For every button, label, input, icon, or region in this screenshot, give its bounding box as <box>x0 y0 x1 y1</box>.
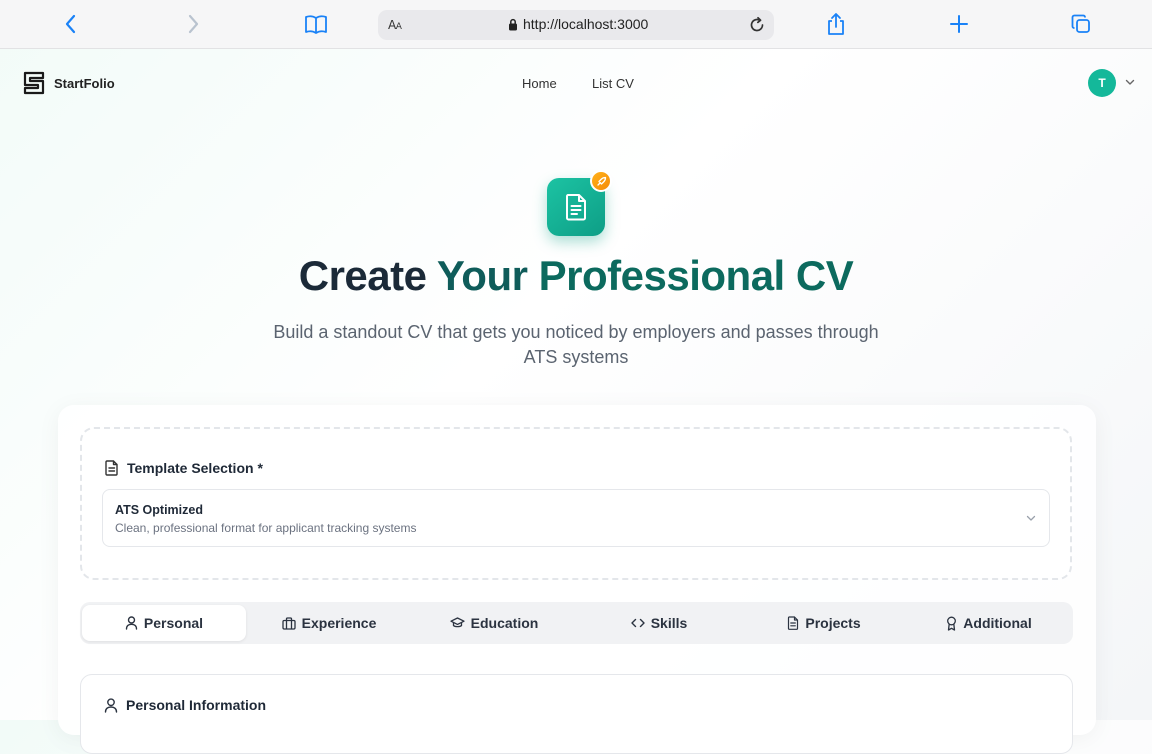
browser-toolbar: AA http://localhost:3000 <box>0 0 1152 49</box>
lock-icon <box>509 18 517 30</box>
address-bar[interactable]: AA http://localhost:3000 <box>378 10 774 40</box>
tab-personal[interactable]: Personal <box>82 605 246 641</box>
personal-information-title: Personal Information <box>126 697 267 713</box>
sparkle-badge <box>590 170 612 192</box>
logo-text: StartFolio <box>54 75 115 91</box>
plus-icon <box>950 15 968 33</box>
reload-icon <box>750 16 764 32</box>
page-subtitle: Build a standout CV that gets you notice… <box>273 322 879 367</box>
share-icon <box>828 13 844 35</box>
chevron-right-icon <box>188 14 199 34</box>
nav-home[interactable]: Home <box>522 76 557 91</box>
forward-button[interactable] <box>178 10 208 38</box>
user-icon <box>125 616 138 630</box>
document-icon <box>566 194 586 221</box>
bookmarks-button[interactable] <box>301 10 331 38</box>
tabs-overview-button[interactable] <box>1066 10 1096 38</box>
template-selection-label: Template Selection * <box>127 460 263 476</box>
reload-button[interactable] <box>744 12 770 38</box>
back-button[interactable] <box>56 10 86 38</box>
personal-information-header: Personal Information <box>104 697 266 713</box>
document-icon <box>105 460 118 476</box>
form-tabs: Personal Experience Education Skills Pro… <box>80 602 1073 644</box>
page-title: Create Your Professional CV <box>298 252 854 299</box>
tab-skills[interactable]: Skills <box>577 605 741 641</box>
tabs-icon <box>1071 14 1090 33</box>
logo-icon <box>23 71 45 95</box>
chevron-down-icon <box>1026 515 1036 521</box>
nav-list-cv[interactable]: List CV <box>592 76 634 91</box>
code-icon <box>631 618 645 628</box>
template-select[interactable]: ATS Optimized Clean, professional format… <box>102 489 1050 547</box>
tab-additional[interactable]: Additional <box>907 605 1071 641</box>
personal-information-panel <box>80 674 1073 754</box>
briefcase-icon <box>281 616 296 630</box>
book-icon <box>305 15 327 34</box>
tab-projects[interactable]: Projects <box>742 605 906 641</box>
avatar[interactable]: T <box>1088 69 1116 97</box>
tab-experience[interactable]: Experience <box>247 605 411 641</box>
reader-settings-button[interactable]: AA <box>388 18 402 32</box>
share-button[interactable] <box>821 10 851 38</box>
document-icon <box>788 616 799 630</box>
url-text: http://localhost:3000 <box>523 16 649 32</box>
template-selected-description: Clean, professional format for applicant… <box>115 521 417 535</box>
new-tab-button[interactable] <box>944 10 974 38</box>
logo[interactable]: StartFolio <box>23 71 115 95</box>
graduation-cap-icon <box>450 617 465 628</box>
chevron-down-icon[interactable] <box>1124 76 1136 88</box>
chevron-left-icon <box>65 14 76 34</box>
award-icon <box>947 616 957 631</box>
tab-education[interactable]: Education <box>412 605 576 641</box>
rocket-icon <box>596 176 606 186</box>
template-selected-title: ATS Optimized <box>115 503 203 517</box>
user-icon <box>104 697 118 713</box>
template-selection-header: Template Selection * <box>104 460 263 476</box>
